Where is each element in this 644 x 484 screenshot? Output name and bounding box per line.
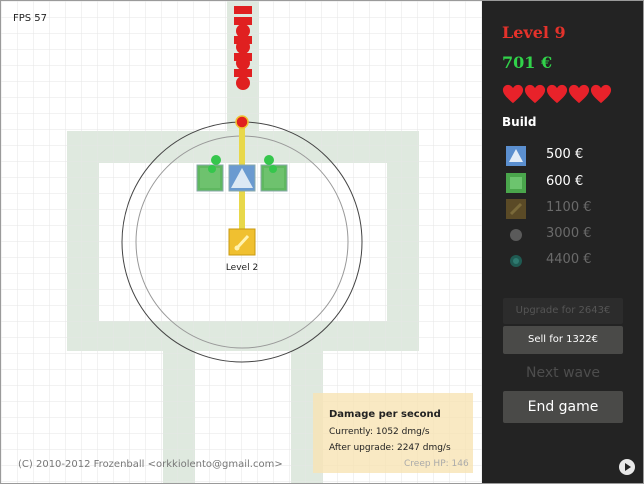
money-counter: 701 € <box>502 53 553 72</box>
build-price: 500 € <box>546 147 584 162</box>
build-price: 3000 € <box>546 226 592 241</box>
gray-circle-tower-icon <box>510 229 522 241</box>
dps-current: Currently: 1052 dmg/s <box>329 427 430 437</box>
green-projectile <box>269 165 277 173</box>
dps-after-upgrade: After upgrade: 2247 dmg/s <box>329 443 451 453</box>
copyright-text: (C) 2010-2012 Frozenball <orkkiolento@gm… <box>18 459 283 470</box>
blue-triangle-tower-icon <box>506 146 526 166</box>
creep <box>236 40 250 54</box>
green-projectile <box>208 165 216 173</box>
creep <box>234 6 252 14</box>
dps-title: Damage per second <box>329 409 441 420</box>
build-item-teal-tower[interactable]: 4400 € <box>502 250 632 272</box>
game-window: FPS 57 Level 2 Damage per second Current… <box>0 0 644 484</box>
build-price: 1100 € <box>546 200 592 215</box>
creep-target <box>235 115 249 129</box>
build-item-green-tower[interactable]: 600 € <box>502 172 632 194</box>
build-item-brown-tower[interactable]: 1100 € <box>502 198 632 220</box>
build-price: 4400 € <box>546 252 592 267</box>
fps-counter: FPS 57 <box>13 13 48 24</box>
selected-laser-tower[interactable] <box>228 228 256 256</box>
build-item-blue-tower[interactable]: 500 € <box>502 145 632 167</box>
heart-icon <box>524 84 546 104</box>
creep <box>236 56 250 70</box>
heart-icon <box>590 84 612 104</box>
green-projectile <box>264 155 274 165</box>
play-icon[interactable] <box>618 458 636 476</box>
build-price: 600 € <box>546 174 584 189</box>
creep <box>236 76 250 90</box>
sell-button[interactable]: Sell for 1322€ <box>503 326 623 354</box>
end-game-button[interactable]: End game <box>503 391 623 423</box>
creep <box>236 24 250 38</box>
heart-icon <box>546 84 568 104</box>
creep <box>234 17 252 25</box>
creep <box>234 69 252 77</box>
tower-level-label: Level 2 <box>225 263 259 273</box>
next-wave-button[interactable]: Next wave <box>503 359 623 387</box>
green-square-tower-icon <box>506 173 526 193</box>
teal-circle-tower-icon <box>510 255 522 267</box>
heart-icon <box>568 84 590 104</box>
level-indicator: Level 9 <box>502 23 566 42</box>
lives-hearts <box>502 83 612 105</box>
game-field[interactable]: FPS 57 Level 2 Damage per second Current… <box>1 1 482 483</box>
blue-triangle-tower[interactable] <box>228 164 256 192</box>
green-projectile <box>211 155 221 165</box>
creep-hp: Creep HP: 146 <box>404 459 469 469</box>
brown-tower-icon <box>506 199 526 219</box>
build-title: Build <box>502 115 537 129</box>
build-item-gray-tower[interactable]: 3000 € <box>502 224 632 246</box>
upgrade-button[interactable]: Upgrade for 2643€ <box>503 298 623 324</box>
heart-icon <box>502 84 524 104</box>
side-panel: Level 9 701 € Build 500 € 600 € 1100 € 3… <box>482 1 643 483</box>
